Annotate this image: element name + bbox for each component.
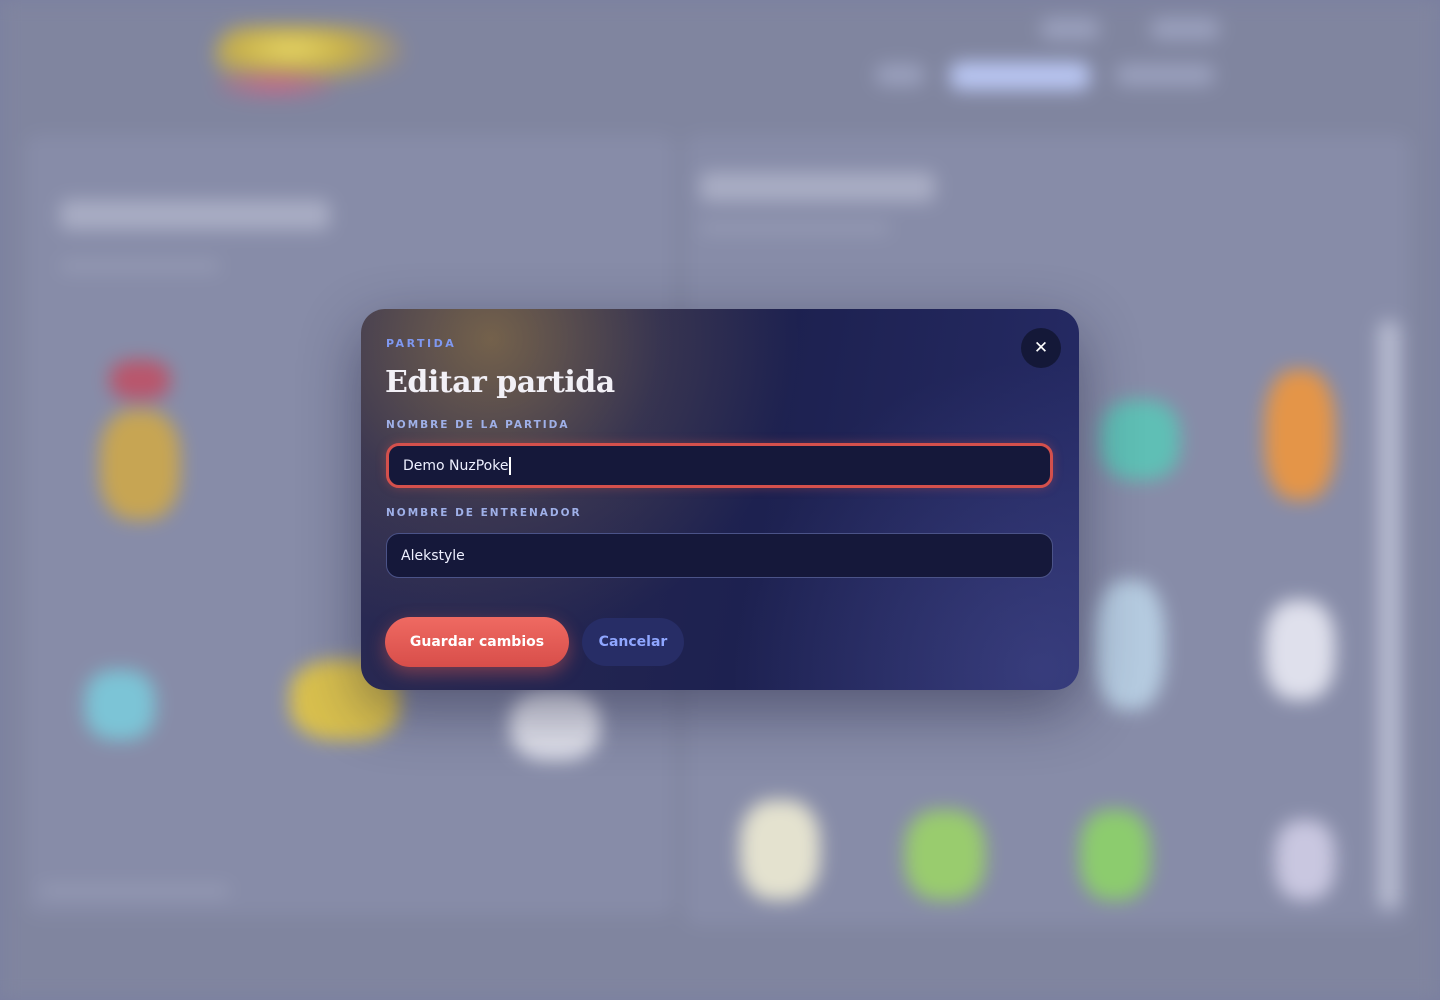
trainer-name-label: NOMBRE DE ENTRENADOR <box>386 507 582 519</box>
sprite-thumb <box>1100 400 1180 480</box>
app-logo-subtitle <box>215 70 335 100</box>
sprite-thumb <box>1080 810 1150 900</box>
header-link <box>1040 18 1100 40</box>
game-name-label: NOMBRE DE LA PARTIDA <box>386 419 570 431</box>
game-name-value: Demo NuzPoke <box>403 457 509 474</box>
sprite-thumb <box>905 810 985 900</box>
panel-subtext <box>60 260 220 272</box>
sprite-thumb <box>1265 370 1335 500</box>
dialog-eyebrow: PARTIDA <box>386 337 457 350</box>
save-changes-button[interactable]: Guardar cambios <box>385 617 569 667</box>
close-icon: ✕ <box>1033 337 1049 358</box>
panel-heading <box>700 172 935 202</box>
sprite-thumb <box>1095 580 1165 710</box>
sprite-thumb <box>85 670 155 740</box>
header-link <box>1150 18 1220 40</box>
sprite-thumb <box>1265 600 1335 700</box>
sprite-thumb <box>740 800 820 900</box>
text-caret <box>509 456 511 475</box>
nav-pill-active <box>950 62 1090 90</box>
panel-heading <box>60 200 330 230</box>
close-button[interactable]: ✕ <box>1021 328 1061 368</box>
cancel-button[interactable]: Cancelar <box>582 618 684 666</box>
dialog-title: Editar partida <box>385 365 615 400</box>
background-scrollbar <box>1378 320 1400 910</box>
sprite-thumb <box>510 690 600 760</box>
sprite-thumb <box>1275 820 1335 900</box>
panel-subtext <box>700 222 890 234</box>
edit-game-dialog: PARTIDA Editar partida ✕ NOMBRE DE LA PA… <box>361 309 1079 690</box>
game-name-input[interactable]: Demo NuzPoke <box>386 443 1053 488</box>
trainer-name-input[interactable]: Alekstyle <box>386 533 1053 578</box>
nav-pill <box>1115 64 1215 86</box>
sprite-thumb <box>110 360 170 400</box>
footer-text <box>40 885 230 897</box>
nav-pill <box>875 64 925 86</box>
trainer-name-value: Alekstyle <box>401 547 465 564</box>
sprite-thumb <box>100 410 180 520</box>
